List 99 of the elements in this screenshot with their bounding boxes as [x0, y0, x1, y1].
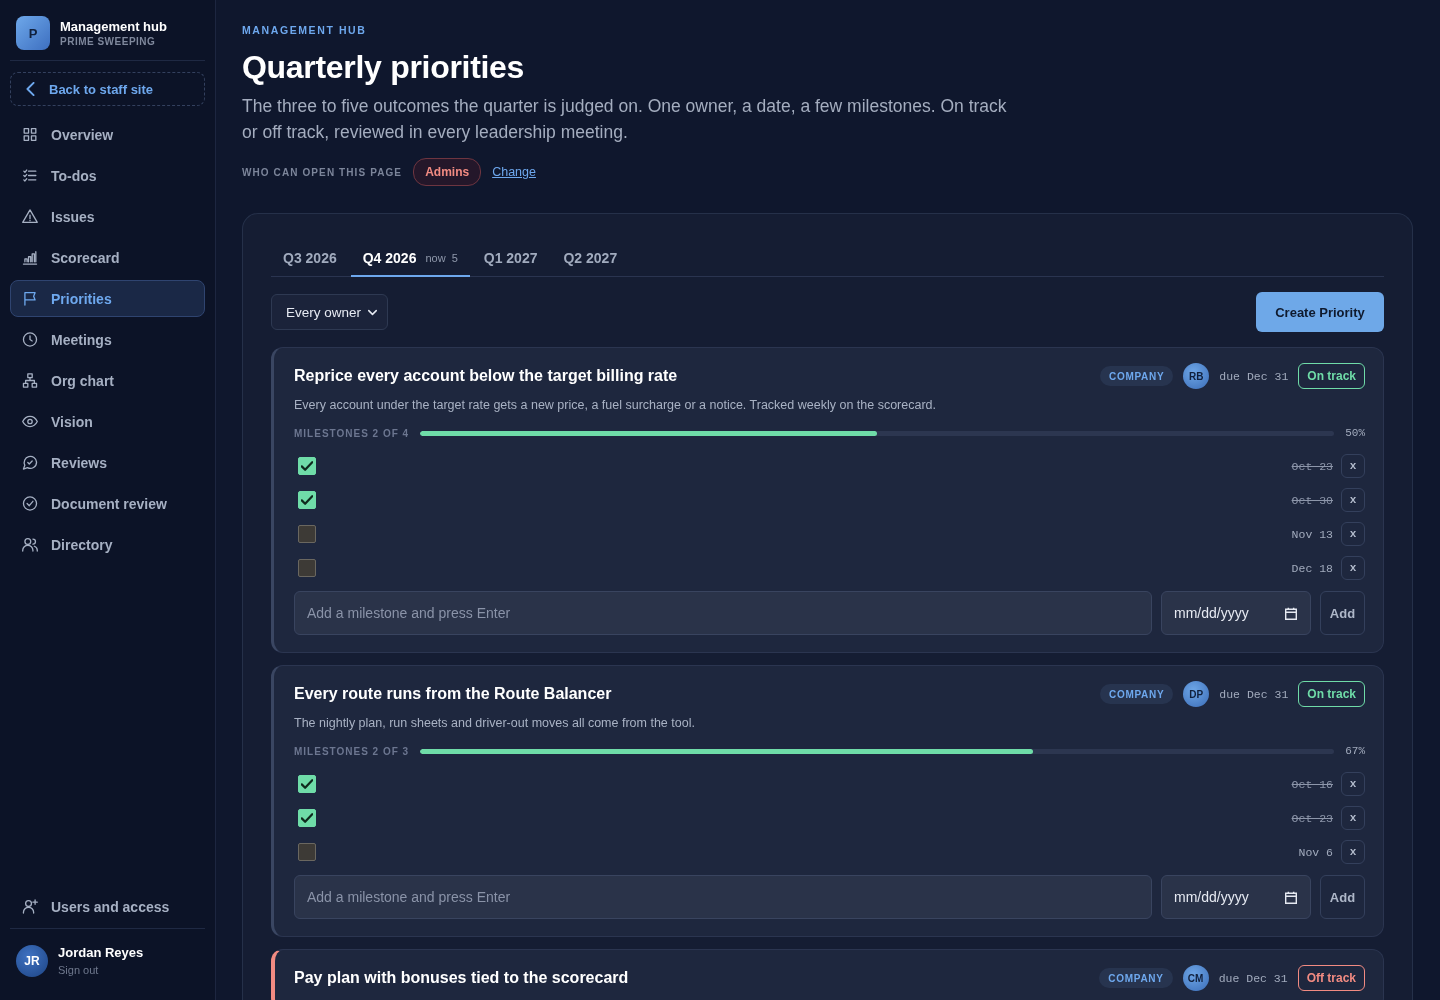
- milestone-date: Dec 18: [1291, 561, 1333, 575]
- milestone-checkbox[interactable]: [298, 457, 316, 475]
- milestone-date: Nov 6: [1298, 845, 1333, 859]
- add-button[interactable]: Add: [1320, 591, 1365, 635]
- change-link[interactable]: Change: [492, 165, 536, 179]
- quarter-tab[interactable]: Q3 2026: [271, 241, 349, 277]
- nav-item[interactable]: Overview: [10, 116, 205, 153]
- milestone-date: Oct 30: [1291, 493, 1333, 507]
- milestone-input[interactable]: Add a milestone and press Enter: [294, 875, 1152, 919]
- status-badge: On track: [1298, 681, 1365, 707]
- milestone-count: MILESTONES 2 OF 4: [294, 427, 410, 439]
- sign-out-link[interactable]: Sign out: [58, 963, 144, 977]
- owner-avatar: DP: [1183, 681, 1210, 707]
- calendar-icon: [1285, 890, 1297, 904]
- milestone-date: Oct 23: [1291, 459, 1333, 473]
- brand-title: Management hub: [60, 18, 167, 35]
- remove-button[interactable]: x: [1341, 840, 1365, 864]
- nav-item[interactable]: Meetings: [10, 321, 205, 358]
- milestone-checkbox[interactable]: [298, 525, 316, 543]
- quarter-tab[interactable]: Q1 2027: [471, 241, 550, 277]
- chevron-left-icon: [26, 82, 35, 96]
- remove-button[interactable]: x: [1341, 772, 1365, 796]
- remove-button[interactable]: x: [1341, 522, 1365, 546]
- remove-button[interactable]: x: [1341, 556, 1365, 580]
- status-badge: On track: [1298, 363, 1365, 389]
- users-icon: [22, 537, 38, 552]
- nav-item[interactable]: Scorecard: [10, 239, 205, 276]
- check-icon: [301, 495, 313, 505]
- milestone-checkbox[interactable]: [298, 775, 316, 793]
- quarter-tab[interactable]: Q4 2026 now 5: [350, 241, 470, 277]
- chevron-down-icon: [368, 309, 377, 315]
- priority-description: The nightly plan, run sheets and driver-out moves all come from the tool.: [294, 715, 696, 732]
- quarter-tab[interactable]: Q2 2027: [551, 241, 630, 277]
- milestone-checkbox[interactable]: [298, 491, 316, 509]
- scope-tag: COMPANY: [1100, 684, 1174, 704]
- eye-icon: [22, 414, 38, 429]
- owner-avatar: RB: [1183, 363, 1210, 389]
- nav-item[interactable]: Vision: [10, 403, 205, 440]
- date-field[interactable]: mm/dd/yyyy: [1161, 591, 1311, 635]
- flag-icon: [22, 291, 38, 306]
- milestone-checkbox[interactable]: [298, 559, 316, 577]
- milestone-date: Oct 16: [1291, 777, 1333, 791]
- org-chart-icon: [22, 373, 38, 388]
- priority-title: Every route runs from the Route Balancer: [294, 685, 612, 703]
- milestone-checkbox[interactable]: [298, 809, 316, 827]
- nav-item[interactable]: To-dos: [10, 157, 205, 194]
- brand-logo: P: [16, 16, 50, 50]
- due-date: due Dec 31: [1219, 687, 1289, 701]
- role-tag: Admins: [413, 158, 482, 186]
- due-date: due Dec 31: [1219, 369, 1289, 383]
- checklist-icon: [22, 168, 38, 183]
- priority-title: Reprice every account below the target billing rate: [294, 367, 678, 385]
- nav-item[interactable]: Issues: [10, 198, 205, 235]
- page-description: The three to five outcomes the quarter is judged on. One owner, a date, a few milestones. On track or off track, reviewed in every leadership meeting.: [242, 95, 1008, 144]
- user-name: Jordan Reyes: [58, 945, 144, 961]
- milestone-date: Oct 23: [1291, 811, 1333, 825]
- user-avatar: JR: [16, 945, 48, 977]
- owner-select[interactable]: Every owner: [271, 294, 388, 330]
- status-badge: Off track: [1297, 965, 1365, 991]
- page-title: Quarterly priorities: [242, 48, 525, 87]
- due-date: due Dec 31: [1218, 971, 1288, 985]
- milestone-checkbox[interactable]: [298, 843, 316, 861]
- nav-item[interactable]: Document review: [10, 485, 205, 522]
- back-link[interactable]: Back to staff site: [10, 72, 205, 106]
- page-eyebrow: MANAGEMENT HUB: [242, 24, 367, 36]
- check-circle-icon: [22, 496, 38, 511]
- remove-button[interactable]: x: [1341, 488, 1365, 512]
- nav-item[interactable]: Reviews: [10, 444, 205, 481]
- date-field[interactable]: mm/dd/yyyy: [1161, 875, 1311, 919]
- nav-item[interactable]: Users and access: [10, 888, 205, 925]
- milestone-date: Nov 13: [1291, 527, 1333, 541]
- calendar-icon: [1285, 606, 1297, 620]
- nav-item[interactable]: Directory: [10, 526, 205, 563]
- access-label: WHO CAN OPEN THIS PAGE: [242, 166, 403, 178]
- progress-percent: 67%: [1345, 745, 1365, 757]
- nav-item[interactable]: Org chart: [10, 362, 205, 399]
- grid-icon: [22, 127, 38, 142]
- scope-tag: COMPANY: [1099, 968, 1173, 988]
- add-button[interactable]: Add: [1320, 875, 1365, 919]
- create-priority-button[interactable]: Create Priority: [1256, 292, 1384, 332]
- warning-icon: [22, 209, 38, 224]
- priority-description: Every account under the target rate gets a new price, a fuel surcharge or a notice. Tracked weekly on the scorecard.: [294, 397, 937, 414]
- remove-button[interactable]: x: [1341, 454, 1365, 478]
- priority-title: Pay plan with bonuses tied to the scorecard: [294, 969, 629, 987]
- user-plus-icon: [22, 899, 38, 914]
- brand-subtitle: PRIME SWEEPING: [60, 34, 157, 48]
- owner-avatar: CM: [1182, 965, 1209, 991]
- bar-chart-icon: [22, 250, 38, 265]
- check-icon: [301, 461, 313, 471]
- nav-item[interactable]: Priorities: [10, 280, 205, 317]
- milestone-input[interactable]: Add a milestone and press Enter: [294, 591, 1152, 635]
- remove-button[interactable]: x: [1341, 806, 1365, 830]
- progress-percent: 50%: [1345, 427, 1365, 439]
- chat-bubble-icon: [22, 455, 38, 470]
- check-icon: [301, 813, 313, 823]
- scope-tag: COMPANY: [1100, 366, 1174, 386]
- milestone-count: MILESTONES 2 OF 3: [294, 745, 410, 757]
- clock-icon: [22, 332, 38, 347]
- check-icon: [301, 779, 313, 789]
